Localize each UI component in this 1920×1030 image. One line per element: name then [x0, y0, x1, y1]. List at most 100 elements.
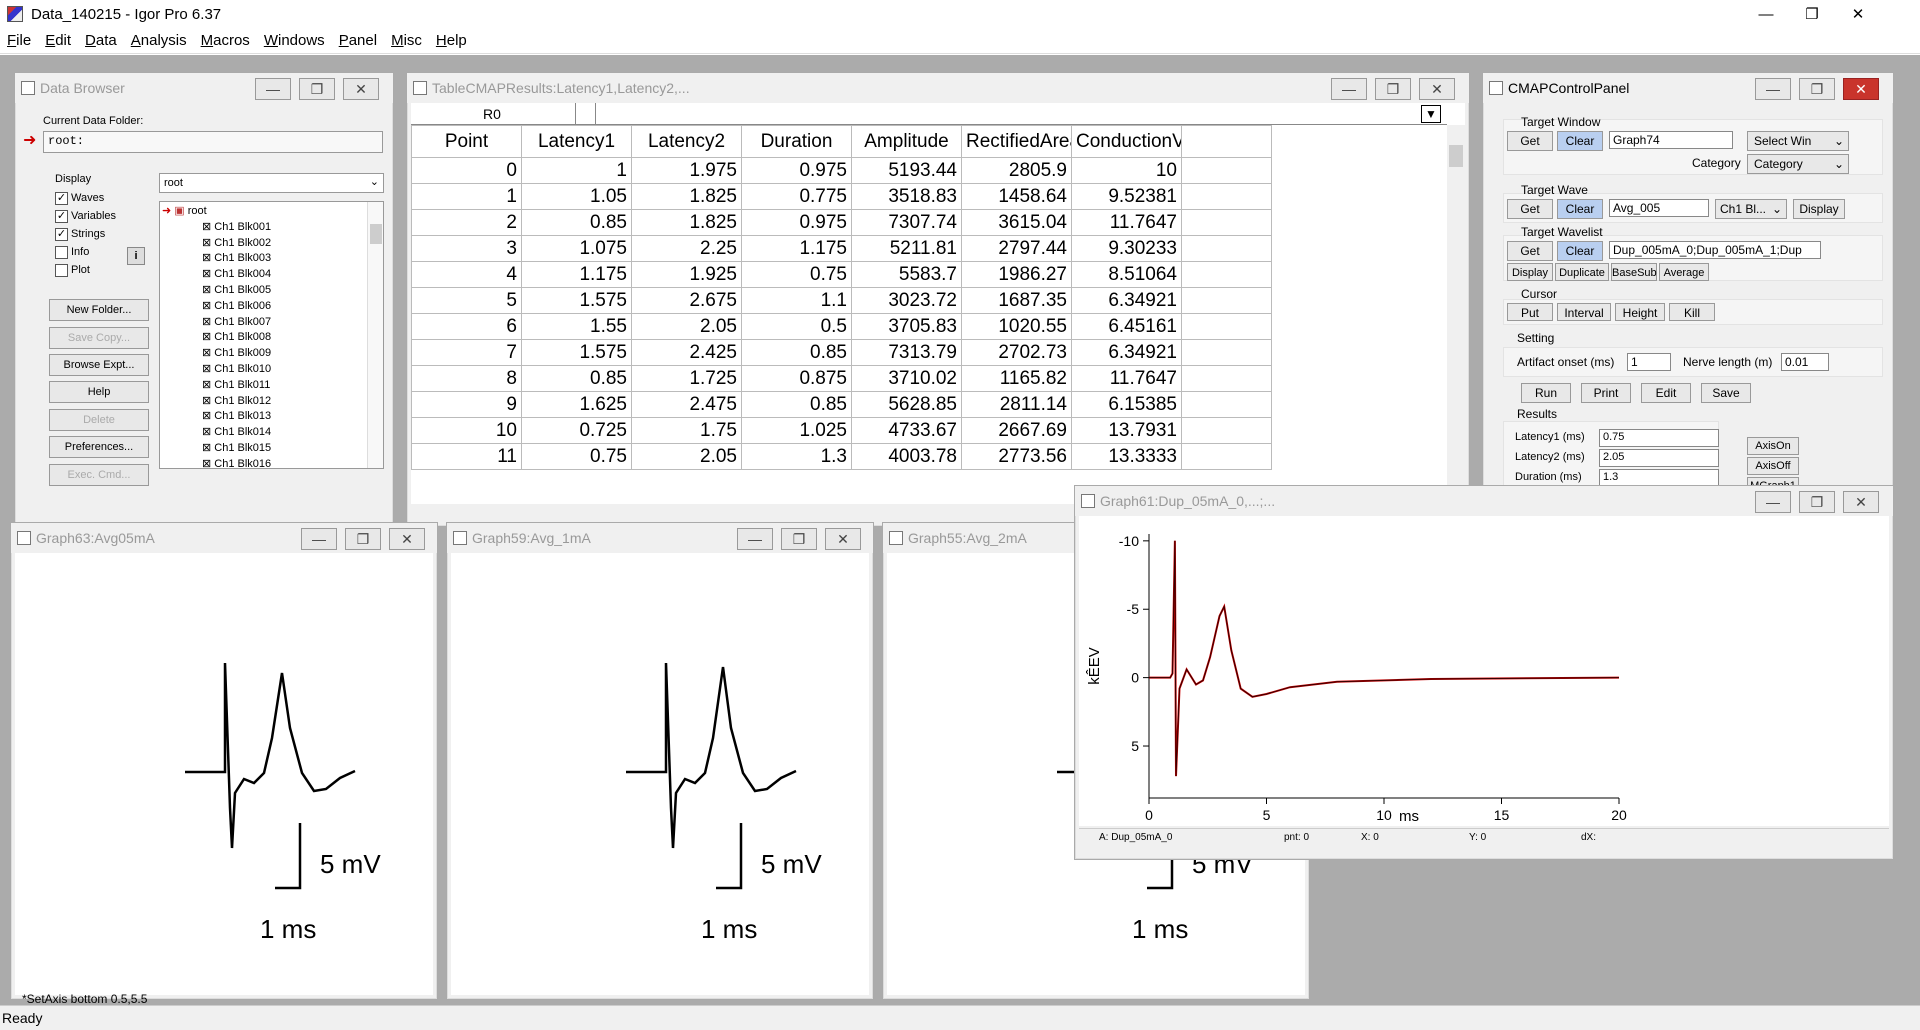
cursor-put-button[interactable]: Put: [1507, 303, 1553, 321]
table-cell[interactable]: 7307.74: [851, 209, 962, 236]
table-cell[interactable]: 3705.83: [851, 313, 962, 340]
close-button[interactable]: ✕: [1419, 78, 1455, 100]
exec-cmd-button[interactable]: Exec. Cmd...: [49, 464, 149, 486]
side-button[interactable]: AxisOn: [1747, 437, 1799, 455]
column-header[interactable]: Latency2: [631, 125, 742, 158]
row-index[interactable]: 8: [411, 365, 522, 392]
result-value[interactable]: 0.75: [1599, 429, 1719, 447]
menu-macros[interactable]: Macros: [194, 32, 257, 49]
maximize-button[interactable]: ❐: [1375, 78, 1411, 100]
target-window-clear-button[interactable]: Clear: [1557, 131, 1603, 151]
maximize-button[interactable]: ❐: [1799, 78, 1835, 100]
table-cell[interactable]: 13.3333: [1071, 443, 1182, 470]
entry-line[interactable]: R0 ▼: [411, 103, 1447, 125]
restore-button[interactable]: ❐: [1789, 0, 1835, 28]
tree-item[interactable]: ⊠ Ch1 Blk011: [162, 378, 383, 394]
nerve-length-field[interactable]: 0.01: [1781, 353, 1829, 371]
table-cell[interactable]: 0.875: [741, 365, 852, 392]
display-button[interactable]: Display: [1793, 199, 1845, 219]
table-cell[interactable]: 0.5: [741, 313, 852, 340]
table-cell[interactable]: 1.825: [631, 183, 742, 210]
menu-file[interactable]: File: [0, 32, 38, 49]
table-cell[interactable]: 1.05: [521, 183, 632, 210]
row-index[interactable]: 0: [411, 157, 522, 184]
table-cell[interactable]: 11.7647: [1071, 365, 1182, 392]
print-button[interactable]: Print: [1581, 383, 1631, 403]
table-cell-empty[interactable]: [1181, 235, 1272, 262]
table-menu-icon[interactable]: ▼: [1421, 105, 1441, 123]
cursor-interval-button[interactable]: Interval: [1557, 303, 1611, 321]
table-cell[interactable]: 1020.55: [961, 313, 1072, 340]
table-cell[interactable]: 2667.69: [961, 417, 1072, 444]
table-cell-empty[interactable]: [1181, 183, 1272, 210]
check-variables[interactable]: ✓ Variables: [55, 207, 116, 225]
menu-analysis[interactable]: Analysis: [124, 32, 194, 49]
minimize-button[interactable]: —: [1743, 0, 1789, 28]
minimize-button[interactable]: —: [255, 78, 291, 100]
table-cell[interactable]: 0.85: [521, 365, 632, 392]
minimize-button[interactable]: —: [1755, 78, 1791, 100]
tree-item[interactable]: ⊠ Ch1 Blk005: [162, 283, 383, 299]
folder-select[interactable]: root ⌄: [159, 173, 384, 193]
tree-item[interactable]: ⊠ Ch1 Blk003: [162, 251, 383, 267]
wavelist-duplicate-button[interactable]: Duplicate: [1555, 263, 1609, 281]
table-cell[interactable]: 3615.04: [961, 209, 1072, 236]
wavelist-field[interactable]: Dup_005mA_0;Dup_005mA_1;Dup: [1609, 241, 1821, 259]
tree-item[interactable]: ⊠ Ch1 Blk012: [162, 394, 383, 410]
wavelist-average-button[interactable]: Average: [1659, 263, 1709, 281]
data-tree[interactable]: ➜ ▣ root ⊠ Ch1 Blk001 ⊠ Ch1 Blk002 ⊠ Ch1 B…: [159, 201, 384, 469]
row-index[interactable]: 5: [411, 287, 522, 314]
preferences-button[interactable]: Preferences...: [49, 436, 149, 458]
table-cell-empty[interactable]: [1181, 443, 1272, 470]
row-index[interactable]: 9: [411, 391, 522, 418]
menu-windows[interactable]: Windows: [257, 32, 332, 49]
table-cell[interactable]: 3710.02: [851, 365, 962, 392]
menu-edit[interactable]: Edit: [38, 32, 78, 49]
row-index[interactable]: 7: [411, 339, 522, 366]
result-value[interactable]: 2.05: [1599, 449, 1719, 467]
tree-root[interactable]: ➜ ▣ root: [162, 204, 383, 220]
table-cell[interactable]: 5193.44: [851, 157, 962, 184]
table-cell[interactable]: 5211.81: [851, 235, 962, 262]
row-index[interactable]: 6: [411, 313, 522, 340]
table-cell[interactable]: 13.7931: [1071, 417, 1182, 444]
table-cell-empty[interactable]: [1181, 287, 1272, 314]
artifact-field[interactable]: 1: [1627, 353, 1671, 371]
column-header[interactable]: Duration: [741, 125, 852, 158]
scroll-thumb[interactable]: [370, 224, 382, 244]
table-cell[interactable]: 2797.44: [961, 235, 1072, 262]
table-cell[interactable]: 0.75: [741, 261, 852, 288]
tree-item[interactable]: ⊠ Ch1 Blk008: [162, 330, 383, 346]
column-header[interactable]: Point: [411, 125, 522, 158]
table-cell[interactable]: 5628.85: [851, 391, 962, 418]
wavelist-get-button[interactable]: Get: [1507, 241, 1553, 261]
table-cell[interactable]: 0.725: [521, 417, 632, 444]
close-button[interactable]: ✕: [343, 78, 379, 100]
table-cell[interactable]: 0.85: [521, 209, 632, 236]
channel-dropdown[interactable]: Ch1 Bl... ⌄: [1715, 199, 1787, 219]
table-cell[interactable]: 6.15385: [1071, 391, 1182, 418]
row-index[interactable]: 2: [411, 209, 522, 236]
tree-item[interactable]: ⊠ Ch1 Blk010: [162, 362, 383, 378]
table-cell[interactable]: 2702.73: [961, 339, 1072, 366]
info-icon[interactable]: i: [127, 247, 145, 265]
table-cell[interactable]: 0.85: [741, 391, 852, 418]
table-cell[interactable]: 4003.78: [851, 443, 962, 470]
table-cell[interactable]: 0.775: [741, 183, 852, 210]
wavelist-clear-button[interactable]: Clear: [1557, 241, 1603, 261]
table-cell[interactable]: 11.7647: [1071, 209, 1182, 236]
maximize-button[interactable]: ❐: [781, 528, 817, 550]
table-cell[interactable]: 6.45161: [1071, 313, 1182, 340]
table-cell[interactable]: 2.425: [631, 339, 742, 366]
side-button[interactable]: AxisOff: [1747, 457, 1799, 475]
save-button[interactable]: Save: [1701, 383, 1751, 403]
target-window-field[interactable]: Graph74: [1609, 131, 1733, 149]
close-button[interactable]: ✕: [389, 528, 425, 550]
cursor-height-button[interactable]: Height: [1615, 303, 1665, 321]
column-header-empty[interactable]: [1181, 125, 1272, 158]
table-cell[interactable]: 3518.83: [851, 183, 962, 210]
category-dropdown[interactable]: Category ⌄: [1747, 154, 1849, 174]
tree-item[interactable]: ⊠ Ch1 Blk001: [162, 220, 383, 236]
table-cell[interactable]: 1.625: [521, 391, 632, 418]
delete-button[interactable]: Delete: [49, 409, 149, 431]
